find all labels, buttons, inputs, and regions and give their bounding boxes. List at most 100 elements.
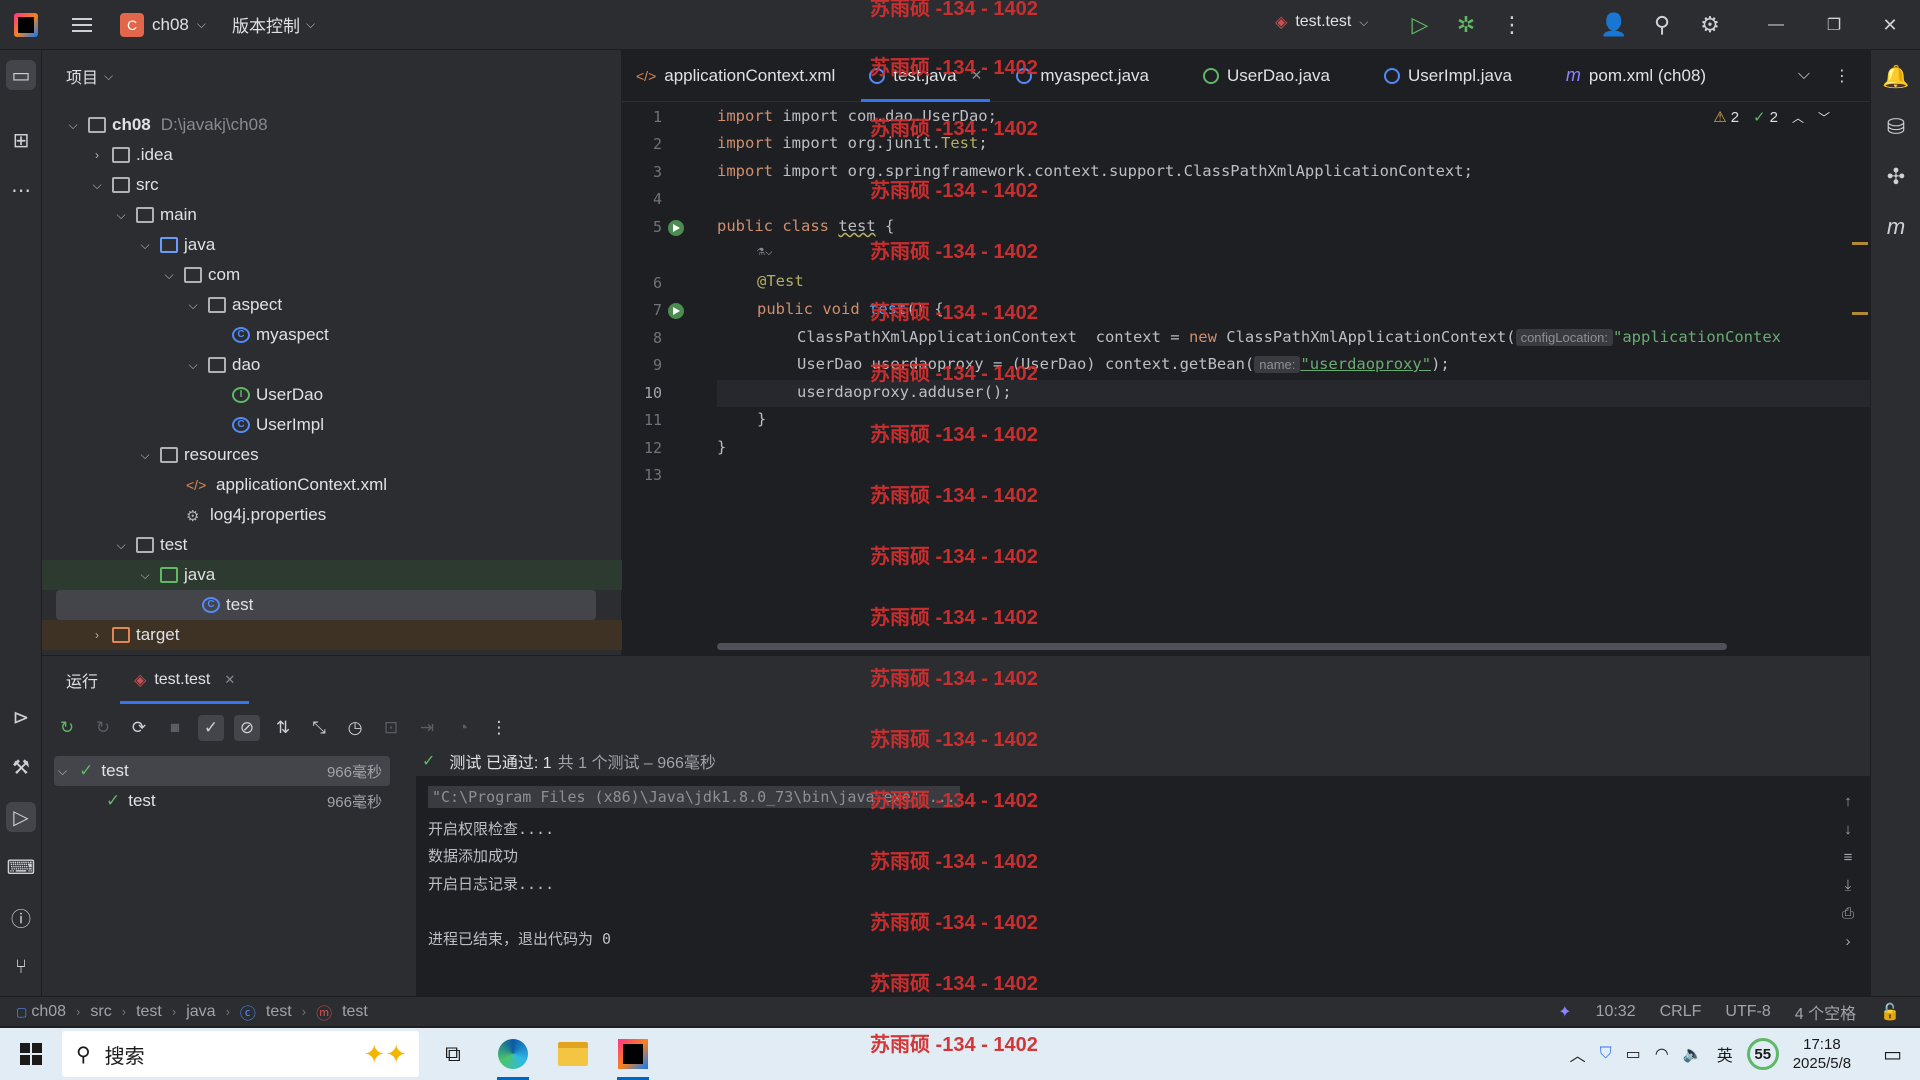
caret-position[interactable]: 10:32: [1596, 1003, 1636, 1021]
chevron-down-icon[interactable]: ⌵: [66, 118, 80, 133]
debug-icon[interactable]: ✲: [1451, 12, 1481, 38]
collapse-icon[interactable]: ⤡: [306, 715, 332, 741]
taskbar-search[interactable]: ⚲ 搜索 ✦✦: [62, 1031, 419, 1077]
task-view-icon[interactable]: ⧉: [429, 1028, 477, 1080]
tab-userdao[interactable]: UserDao.java: [1189, 50, 1344, 102]
file-encoding[interactable]: UTF-8: [1725, 1003, 1770, 1021]
chevron-down-icon[interactable]: ⌵: [138, 448, 152, 463]
breadcrumb-item[interactable]: ch08: [31, 1003, 66, 1021]
clock[interactable]: 17:18 2025/5/8: [1793, 1035, 1851, 1073]
temperature-badge[interactable]: 55: [1746, 1038, 1779, 1070]
tab-pom[interactable]: m pom.xml (ch08): [1552, 50, 1720, 102]
warning-stripe[interactable]: [1852, 312, 1868, 315]
tree-item-log4j[interactable]: ⚙ log4j.properties: [42, 500, 622, 530]
more-icon[interactable]: ⋮: [1834, 66, 1850, 86]
intellij-logo-icon[interactable]: [14, 12, 38, 37]
run-icon[interactable]: ▷: [1405, 12, 1435, 38]
breadcrumb-item[interactable]: test: [342, 1003, 368, 1021]
problems-tool-icon[interactable]: ⓘ: [6, 902, 36, 932]
history-icon[interactable]: ◷: [342, 715, 368, 741]
maven-icon[interactable]: m: [1881, 212, 1911, 242]
tree-item-dao[interactable]: ⌵ dao: [42, 350, 622, 380]
chevron-right-icon[interactable]: ›: [1846, 933, 1851, 950]
chevron-down-icon[interactable]: ⌵: [162, 268, 176, 283]
breadcrumb-item[interactable]: test: [266, 1003, 292, 1021]
rerun-failed-icon[interactable]: ↻: [90, 715, 116, 741]
more-icon[interactable]: ⋮: [486, 715, 512, 741]
toggle-auto-test-icon[interactable]: ⟳: [126, 715, 152, 741]
sort-icon[interactable]: ⇅: [270, 715, 296, 741]
ai-icon[interactable]: ✦: [1558, 1002, 1571, 1022]
tab-applicationcontext[interactable]: </> applicationContext.xml: [622, 50, 849, 102]
test-case-row[interactable]: ✓ test 966毫秒: [54, 786, 390, 816]
screenshot-icon[interactable]: ⊡: [378, 715, 404, 741]
tab-userimpl[interactable]: UserImpl.java: [1370, 50, 1526, 102]
warning-stripe[interactable]: [1852, 242, 1868, 245]
chevron-right-icon[interactable]: ›: [90, 148, 104, 162]
restore-icon[interactable]: ❐: [1814, 15, 1854, 35]
print-icon[interactable]: ⎙: [1842, 905, 1854, 922]
chevron-down-icon[interactable]: ⌵: [58, 764, 67, 779]
chevron-up-icon[interactable]: ︿: [1570, 1042, 1586, 1066]
arrow-up-icon[interactable]: ↑: [1844, 793, 1852, 810]
minimize-icon[interactable]: —: [1756, 16, 1796, 34]
tree-item-root[interactable]: ⌵ ch08 D:\javakj\ch08: [42, 110, 622, 140]
chevron-down-icon[interactable]: ⌵: [186, 298, 200, 313]
tree-item-test-folder[interactable]: ⌵ test: [42, 530, 622, 560]
tree-item-userdao[interactable]: I UserDao: [42, 380, 622, 410]
security-icon[interactable]: ⛉: [1600, 1045, 1612, 1063]
breadcrumb-item[interactable]: java: [186, 1003, 215, 1021]
run-gutter-icon[interactable]: [668, 220, 684, 236]
chevron-down-icon[interactable]: ⌵: [138, 568, 152, 583]
run-config-selector[interactable]: ◈ test.test ⌵: [1275, 12, 1368, 32]
arrow-down-icon[interactable]: ↓: [1844, 821, 1852, 838]
chevron-down-icon[interactable]: ⌵: [1798, 66, 1810, 86]
tree-item-main[interactable]: ⌵ main: [42, 200, 622, 230]
build-tool-icon[interactable]: ⚒: [6, 752, 36, 782]
import-icon[interactable]: ⇥: [414, 715, 440, 741]
add-user-icon[interactable]: 👤: [1598, 12, 1630, 38]
breadcrumb-item[interactable]: test: [136, 1003, 162, 1021]
tree-item-aspect[interactable]: ⌵ aspect: [42, 290, 622, 320]
stop-icon[interactable]: ■: [162, 715, 188, 741]
windows-start-icon[interactable]: [20, 1043, 42, 1065]
notifications-icon[interactable]: 🔔: [1881, 62, 1911, 92]
chevron-down-icon[interactable]: ⌵: [186, 358, 200, 373]
editor-hscrollbar[interactable]: [717, 643, 1727, 650]
tree-item-myaspect[interactable]: C myaspect: [42, 320, 622, 350]
terminal-tool-icon[interactable]: ⌨: [6, 852, 36, 882]
run-gutter-icon[interactable]: [668, 303, 684, 319]
edge-icon[interactable]: [489, 1028, 537, 1080]
show-passed-icon[interactable]: ✓: [198, 715, 224, 741]
tree-item-src[interactable]: ⌵ src: [42, 170, 622, 200]
file-explorer-icon[interactable]: [549, 1028, 597, 1080]
tree-item-target[interactable]: › target: [42, 620, 622, 650]
tree-item-test-class[interactable]: C test: [56, 590, 596, 620]
tree-item-appcontext[interactable]: </> applicationContext.xml: [42, 470, 622, 500]
search-icon[interactable]: ⚲: [1646, 12, 1678, 38]
lock-icon[interactable]: 🔓: [1880, 1002, 1900, 1022]
project-tool-icon[interactable]: ▭: [6, 60, 36, 90]
more-icon[interactable]: ⋮: [1497, 12, 1527, 38]
chevron-down-icon[interactable]: ⌵: [90, 178, 104, 193]
tab-run-config[interactable]: ◈ test.test ✕: [119, 656, 250, 704]
show-ignored-icon[interactable]: ⊘: [234, 715, 260, 741]
rerun-icon[interactable]: ↻: [54, 715, 80, 741]
tree-item-idea[interactable]: › .idea: [42, 140, 622, 170]
chevron-right-icon[interactable]: ›: [90, 628, 104, 642]
tree-item-test-java[interactable]: ⌵ java: [42, 560, 622, 590]
input-language[interactable]: 英: [1717, 1042, 1733, 1066]
ai-assistant-icon[interactable]: ✣: [1881, 162, 1911, 192]
wifi-icon[interactable]: ◠: [1655, 1044, 1669, 1064]
tree-item-resources[interactable]: ⌵ resources: [42, 440, 622, 470]
git-tool-icon[interactable]: ⑂: [6, 952, 36, 982]
battery-icon[interactable]: ▭: [1626, 1044, 1641, 1064]
breadcrumb-item[interactable]: src: [90, 1003, 111, 1021]
tree-item-userimpl[interactable]: C UserImpl: [42, 410, 622, 440]
chevron-down-icon[interactable]: ⌵: [138, 238, 152, 253]
database-icon[interactable]: ⛁: [1881, 112, 1911, 142]
scroll-to-end-icon[interactable]: ⤓: [1845, 877, 1852, 894]
chevron-down-icon[interactable]: ⌵: [114, 538, 128, 553]
close-tab-icon[interactable]: ✕: [224, 672, 235, 688]
run-tool-icon[interactable]: ▷: [6, 802, 36, 832]
